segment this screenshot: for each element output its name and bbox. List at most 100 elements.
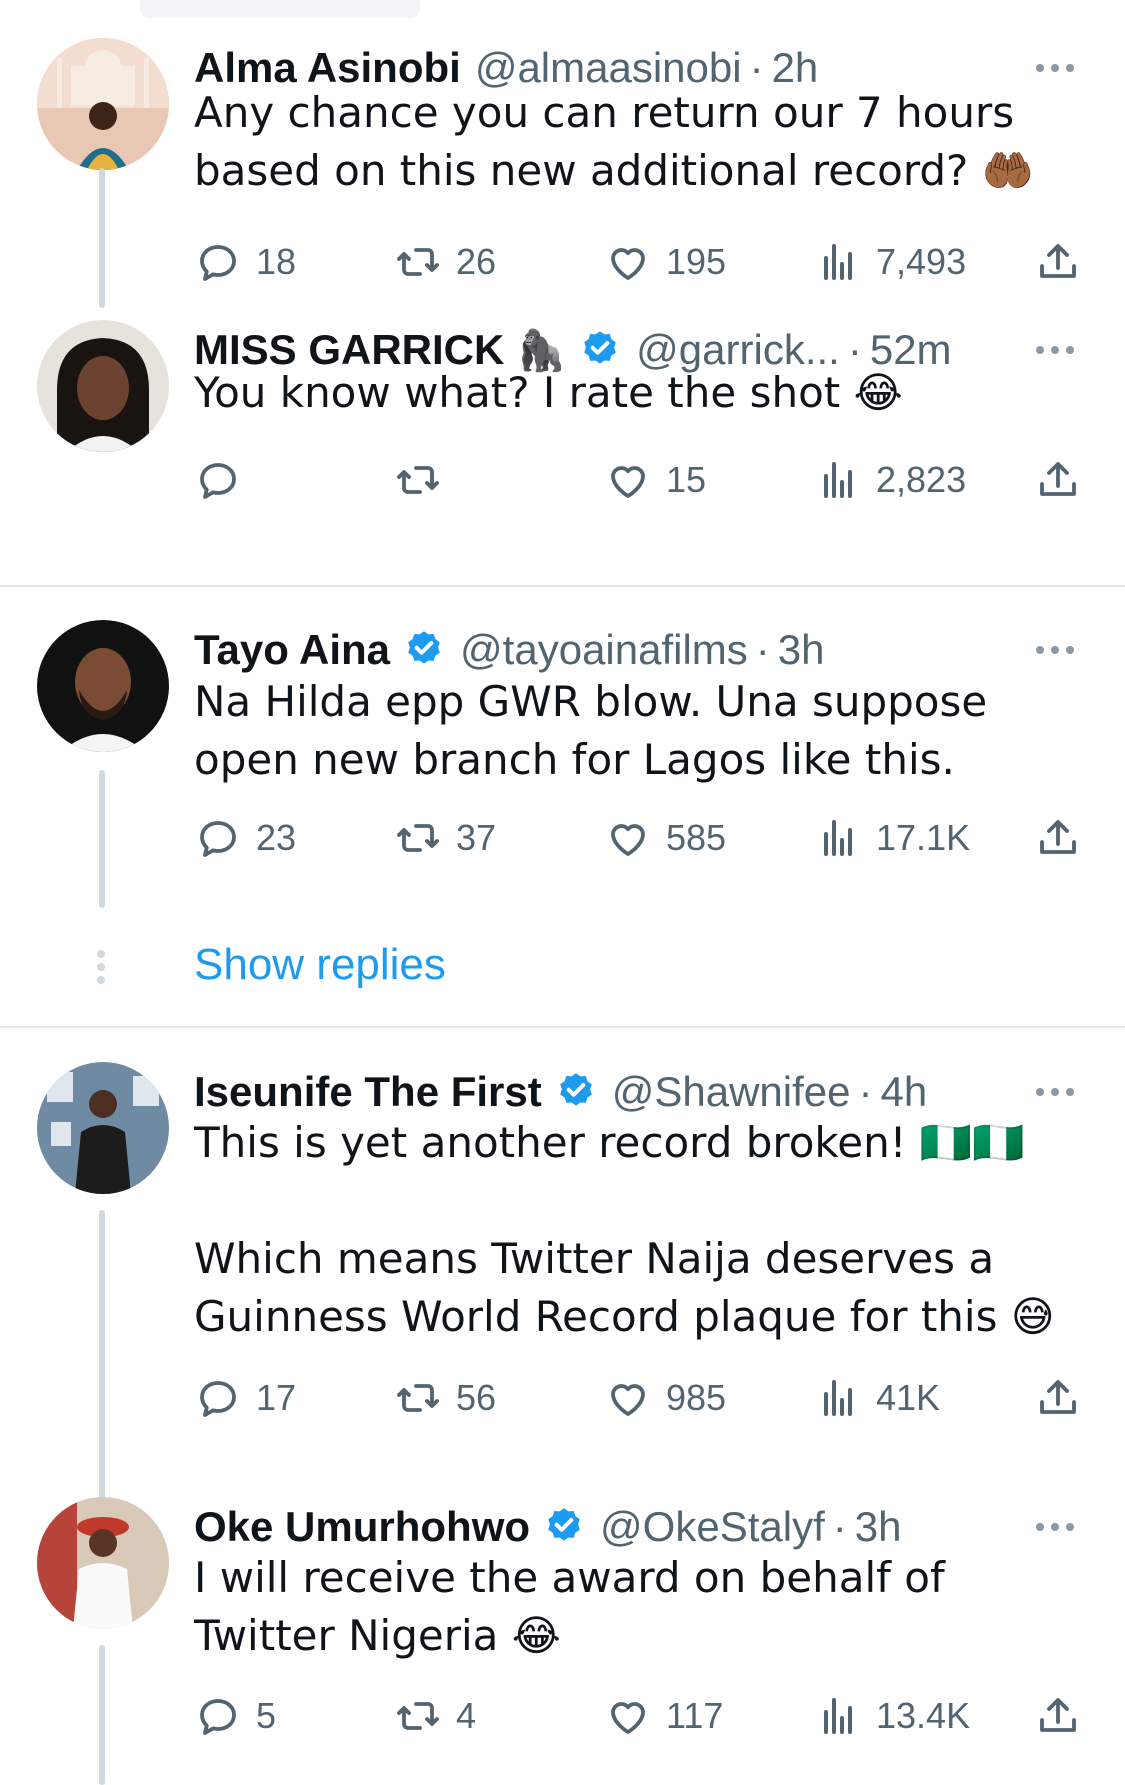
handle[interactable]: @Shawnifee [612,1068,851,1116]
reply-icon [200,245,236,281]
reply-count: 23 [256,817,297,858]
handle[interactable]: @OkeStalyf [600,1503,825,1551]
avatar[interactable] [37,1497,169,1629]
timestamp[interactable]: 3h [855,1503,902,1551]
display-name[interactable]: Oke Umurhohwo [194,1503,530,1551]
share-button[interactable] [1034,810,1082,866]
reply-button[interactable] [194,452,256,508]
retweet-icon [397,1384,439,1412]
view-count: 2,823 [876,459,967,500]
reply-button[interactable]: 5 [194,1688,276,1744]
reply-button[interactable]: 23 [194,810,296,866]
view-count: 41K [876,1377,941,1418]
like-button[interactable]: 585 [604,810,726,866]
reply-button[interactable]: 18 [194,234,296,290]
reply-count: 5 [256,1695,277,1736]
tweet-header: Tayo Aina @tayoainafilms · 3h [194,620,1065,680]
retweet-button[interactable]: 26 [394,234,496,290]
separator: · [832,1503,847,1550]
views-button[interactable]: 17.1K [814,810,970,866]
verified-icon [559,1073,592,1106]
display-name[interactable]: Iseunife The First [194,1068,542,1116]
separator: · [858,1068,873,1115]
views-button[interactable]: 7,493 [814,234,966,290]
reply-icon [200,1381,236,1417]
like-icon [611,1702,645,1734]
views-icon [824,820,852,856]
avatar-image-iseunife [37,1062,169,1194]
action-bar: 5 4 117 13.4K [194,1688,1085,1744]
share-button[interactable] [1034,234,1082,290]
thread-line [99,168,105,308]
like-count: 15 [666,459,707,500]
avatar[interactable] [37,1062,169,1194]
divider [0,1026,1125,1028]
reply-icon [200,463,236,499]
separator: · [755,626,770,673]
reply-feed: Alma Asinobi @almaasinobi · 2h Any chanc… [0,0,1125,1785]
avatar-image-garrick [37,320,169,452]
reply-count: 18 [256,241,297,282]
share-icon [1040,1698,1076,1732]
like-icon [611,248,645,280]
reply-count: 17 [256,1377,297,1418]
more-icon[interactable] [1025,1062,1085,1122]
tweet-text: This is yet another record broken! 🇳🇬🇳🇬 … [194,1118,1055,1341]
views-button[interactable]: 41K [814,1370,940,1426]
views-icon [824,1698,852,1734]
retweet-button[interactable]: 4 [394,1688,476,1744]
like-button[interactable]: 117 [604,1688,723,1744]
display-name[interactable]: Tayo Aina [194,626,390,674]
share-icon [1040,462,1076,496]
views-icon [824,244,852,280]
reply-icon [200,821,236,857]
like-count: 195 [666,241,727,282]
retweet-button[interactable]: 37 [394,810,496,866]
share-button[interactable] [1034,1688,1082,1744]
thread-line [99,770,105,908]
views-button[interactable]: 2,823 [814,452,966,508]
views-icon [824,462,852,498]
timestamp[interactable]: 3h [778,626,825,674]
avatar[interactable] [37,320,169,452]
divider [0,585,1125,587]
avatar-image-alma [37,38,169,170]
retweet-count: 4 [456,1695,477,1736]
tweet-header: Iseunife The First @Shawnifee · 4h [194,1062,1065,1122]
avatar[interactable] [37,620,169,752]
retweet-icon [397,1702,439,1730]
share-button[interactable] [1034,1370,1082,1426]
action-bar: 17 56 985 41K [194,1370,1085,1426]
view-count: 17.1K [876,817,971,858]
retweet-count: 37 [456,817,497,858]
avatar[interactable] [37,38,169,170]
share-icon [1040,1380,1076,1414]
share-icon [1040,820,1076,854]
retweet-count: 56 [456,1377,497,1418]
reply-button[interactable]: 17 [194,1370,296,1426]
views-button[interactable]: 13.4K [814,1688,970,1744]
retweet-button[interactable]: 56 [394,1370,496,1426]
previous-content-edge [140,0,420,18]
more-icon[interactable] [1025,1497,1085,1557]
retweet-button[interactable] [394,452,456,508]
like-button[interactable]: 15 [604,452,706,508]
share-button[interactable] [1034,452,1082,508]
reply-icon [200,1699,236,1735]
like-icon [611,824,645,856]
retweet-icon [397,248,439,276]
more-replies-dots [97,950,107,989]
more-icon[interactable] [1025,620,1085,680]
like-icon [611,1384,645,1416]
show-replies-link[interactable]: Show replies [194,940,446,990]
avatar-image-oke [37,1497,169,1629]
like-button[interactable]: 195 [604,234,726,290]
like-count: 117 [666,1695,724,1736]
verified-icon [548,1508,580,1541]
handle[interactable]: @tayoainafilms [460,626,748,674]
tweet-text: Na Hilda epp GWR blow. Una suppose open … [194,677,988,784]
like-button[interactable]: 985 [604,1370,726,1426]
verified-icon [408,631,440,664]
views-icon [824,1380,852,1416]
timestamp[interactable]: 4h [881,1068,928,1116]
